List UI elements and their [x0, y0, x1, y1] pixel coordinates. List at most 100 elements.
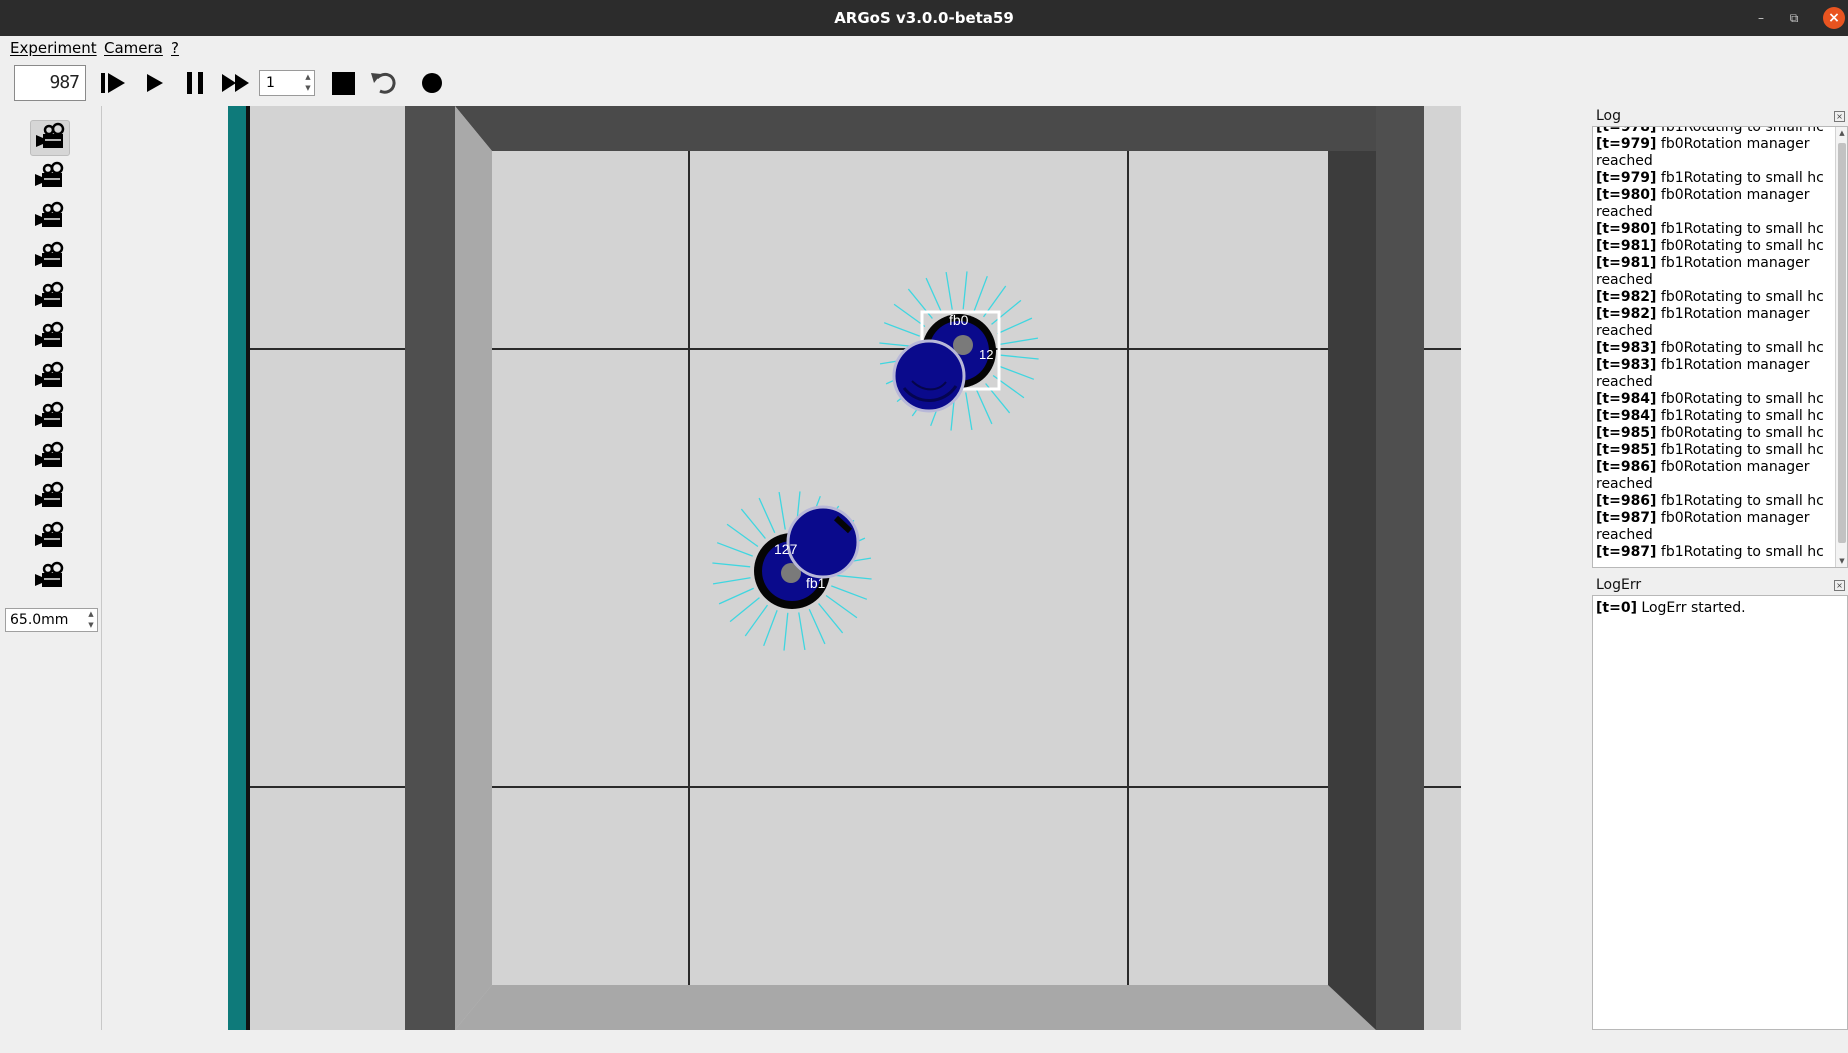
wall-top: [455, 106, 1376, 151]
log-title: Log: [1596, 108, 1622, 124]
camera-button-2[interactable]: [30, 160, 70, 196]
camera-icon: [35, 521, 64, 547]
log-message: fb1Rotating to small hc: [1656, 442, 1824, 458]
log-message: fb1Rotating to small hc: [1656, 493, 1824, 509]
record-icon[interactable]: [417, 68, 447, 98]
log-message: fb0Rotating to small hc: [1656, 425, 1824, 441]
log-message: fb0Rotating to small hc: [1656, 289, 1824, 305]
log-message: fb1Rotation manager: [1656, 357, 1810, 373]
log-line: [t=986] fb1Rotating to small hc: [1593, 493, 1835, 510]
restore-icon[interactable]: ⧉: [1786, 10, 1802, 26]
scroll-up-icon[interactable]: ▲: [1836, 127, 1847, 139]
camera-icon: [35, 281, 64, 307]
log-message: reached: [1596, 476, 1653, 492]
log-message: reached: [1596, 374, 1653, 390]
log-timestamp: [t=981]: [1596, 238, 1657, 254]
log-line: reached: [1593, 153, 1835, 170]
log-line: [t=984] fb1Rotating to small hc: [1593, 408, 1835, 425]
reset-icon[interactable]: [368, 68, 398, 98]
menu-help[interactable]: ?: [171, 39, 179, 57]
play-icon[interactable]: [139, 68, 169, 98]
camera-icon: [35, 401, 64, 427]
zoom-spinbox[interactable]: 65.0mm ▲ ▼: [5, 608, 98, 632]
spin-down-icon[interactable]: ▼: [86, 620, 96, 631]
speed-spinbox[interactable]: 1 ▲ ▼: [259, 70, 315, 96]
minimize-icon[interactable]: –: [1753, 10, 1769, 26]
log-message: reached: [1596, 272, 1653, 288]
camera-icon: [35, 201, 64, 227]
camera-button-4[interactable]: [30, 240, 70, 276]
stop-icon[interactable]: [328, 68, 358, 98]
log-line: reached: [1593, 272, 1835, 289]
close-icon[interactable]: ×: [1823, 7, 1845, 29]
log-scrollbar[interactable]: ▲ ▼: [1835, 127, 1847, 567]
camera-button-1[interactable]: [30, 120, 70, 156]
camera-icon: [36, 122, 65, 148]
log-line: [t=987] fb0Rotation manager: [1593, 510, 1835, 527]
log-line: reached: [1593, 374, 1835, 391]
menu-experiment[interactable]: Experiment: [10, 39, 97, 57]
scroll-down-icon[interactable]: ▼: [1836, 555, 1847, 567]
menu-camera[interactable]: Camera: [104, 39, 163, 57]
robot-fb1-id-label: 127: [774, 541, 798, 557]
logerr-text-area[interactable]: [t=0] LogErr started.: [1592, 595, 1848, 1030]
log-timestamp: [t=983]: [1596, 357, 1657, 373]
arena-viewport[interactable]: fb0 12 127 fb1: [228, 106, 1461, 1030]
log-message: fb1Rotating to small hc: [1656, 544, 1824, 560]
menu-bar: Experiment Camera ?: [0, 36, 1848, 60]
dock-close-icon[interactable]: ×: [1834, 580, 1845, 591]
log-timestamp: [t=984]: [1596, 408, 1657, 424]
log-line: [t=982] fb1Rotation manager: [1593, 306, 1835, 323]
camera-button-7[interactable]: [30, 360, 70, 396]
spin-up-icon[interactable]: ▲: [303, 72, 313, 83]
log-line: [t=984] fb0Rotating to small hc: [1593, 391, 1835, 408]
camera-button-10[interactable]: [30, 480, 70, 516]
log-timestamp: [t=987]: [1596, 510, 1657, 526]
log-line: [t=987] fb1Rotating to small hc: [1593, 544, 1835, 561]
log-timestamp: [t=982]: [1596, 289, 1657, 305]
toolbar: 987 1 ▲ ▼: [0, 60, 1848, 106]
camera-button-9[interactable]: [30, 440, 70, 476]
log-line: [t=985] fb1Rotating to small hc: [1593, 442, 1835, 459]
robot-fb0-name-label: fb0: [949, 312, 969, 328]
log-timestamp: [t=983]: [1596, 340, 1657, 356]
step-counter: 987: [14, 65, 86, 101]
camera-button-12[interactable]: [30, 560, 70, 596]
log-message: reached: [1596, 153, 1653, 169]
camera-button-11[interactable]: [30, 520, 70, 556]
arena-teal-edge: [228, 106, 246, 1030]
log-message: fb1Rotation manager: [1656, 255, 1810, 271]
wall-bottom: [455, 985, 1376, 1030]
log-scrollbar-thumb[interactable]: [1838, 143, 1846, 543]
dock-close-icon[interactable]: ×: [1834, 111, 1845, 122]
spin-down-icon[interactable]: ▼: [303, 83, 313, 94]
log-message: reached: [1596, 527, 1653, 543]
log-line: [t=978] fb1Rotating to small hc: [1593, 126, 1835, 136]
log-line: [t=979] fb1Rotating to small hc: [1593, 170, 1835, 187]
log-timestamp: [t=986]: [1596, 459, 1657, 475]
status-bar: [0, 1030, 1848, 1053]
camera-button-3[interactable]: [30, 200, 70, 236]
log-message: fb1Rotating to small hc: [1656, 126, 1824, 135]
logerr-dock: LogErr × [t=0] LogErr started.: [1592, 575, 1848, 1030]
camera-button-8[interactable]: [30, 400, 70, 436]
log-text-area[interactable]: [t=978] fb1Rotating to small hc [t=979] f…: [1592, 126, 1848, 568]
log-message: fb1Rotating to small hc: [1656, 221, 1824, 237]
fast-forward-icon[interactable]: [221, 68, 251, 98]
log-timestamp: [t=979]: [1596, 170, 1657, 186]
camera-button-6[interactable]: [30, 320, 70, 356]
logerr-message: LogErr started.: [1636, 600, 1746, 616]
log-line: reached: [1593, 527, 1835, 544]
log-line: [t=980] fb1Rotating to small hc: [1593, 221, 1835, 238]
window-titlebar: ARGoS v3.0.0-beta59 – ⧉ ×: [0, 0, 1848, 36]
pause-icon[interactable]: [180, 68, 210, 98]
log-timestamp: [t=985]: [1596, 425, 1657, 441]
camera-icon: [35, 561, 64, 587]
log-message: reached: [1596, 204, 1653, 220]
log-timestamp: [t=986]: [1596, 493, 1657, 509]
arena-floor: [492, 151, 1328, 985]
log-message: fb1Rotating to small hc: [1656, 170, 1824, 186]
step-icon[interactable]: [98, 68, 128, 98]
camera-button-5[interactable]: [30, 280, 70, 316]
spin-up-icon[interactable]: ▲: [86, 609, 96, 620]
